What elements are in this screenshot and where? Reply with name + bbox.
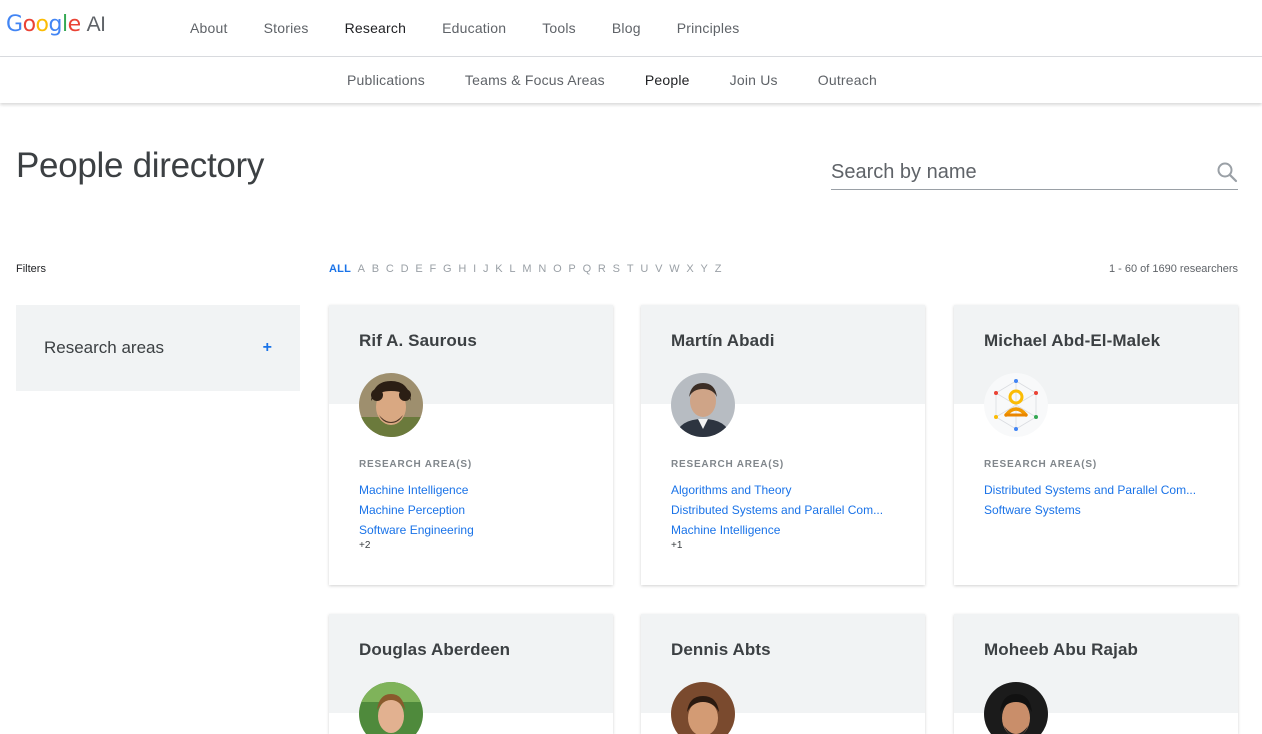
more-areas-count[interactable]: +1 xyxy=(671,540,682,551)
person-card[interactable]: Moheeb Abu Rajab xyxy=(954,614,1238,734)
alpha-letter[interactable]: P xyxy=(568,263,576,275)
alpha-letter[interactable]: I xyxy=(473,263,476,275)
alpha-letter[interactable]: U xyxy=(640,263,648,275)
avatar xyxy=(359,373,423,437)
research-area-link[interactable]: Software Systems xyxy=(984,500,1224,520)
person-name[interactable]: Michael Abd-El-Malek xyxy=(984,331,1160,351)
person-card[interactable]: Rif A. Saurous RESEARCH AREA(S) Machine … xyxy=(329,305,613,585)
research-areas-heading: RESEARCH AREA(S) xyxy=(671,459,784,470)
alpha-letter[interactable]: S xyxy=(613,263,621,275)
alpha-letter[interactable]: Q xyxy=(583,263,592,275)
research-area-list: Distributed Systems and Parallel Com... … xyxy=(984,480,1224,520)
avatar xyxy=(671,373,735,437)
alpha-letter[interactable]: W xyxy=(669,263,680,275)
research-area-link[interactable]: Machine Intelligence xyxy=(359,480,599,500)
person-name[interactable]: Dennis Abts xyxy=(671,640,771,660)
nav-education[interactable]: Education xyxy=(442,20,506,36)
research-area-link[interactable]: Machine Intelligence xyxy=(671,520,911,540)
alpha-letter[interactable]: B xyxy=(372,263,380,275)
alpha-letter[interactable]: N xyxy=(538,263,546,275)
person-name[interactable]: Martín Abadi xyxy=(671,331,775,351)
research-subnav: Publications Teams & Focus Areas People … xyxy=(347,57,917,103)
subnav-join-us[interactable]: Join Us xyxy=(730,72,778,88)
expand-plus-icon[interactable]: + xyxy=(263,339,272,357)
alpha-letter[interactable]: G xyxy=(443,263,452,275)
alpha-letter[interactable]: R xyxy=(598,263,606,275)
subnav-publications[interactable]: Publications xyxy=(347,72,425,88)
alpha-letter[interactable]: D xyxy=(401,263,409,275)
research-area-link[interactable]: Machine Perception xyxy=(359,500,599,520)
research-area-link[interactable]: Distributed Systems and Parallel Com... xyxy=(671,500,911,520)
secondary-navigation-bar: Publications Teams & Focus Areas People … xyxy=(0,57,1262,103)
person-card[interactable]: Douglas Aberdeen xyxy=(329,614,613,734)
research-areas-filter[interactable]: Research areas + xyxy=(16,305,300,391)
alpha-letter[interactable]: Z xyxy=(715,263,722,275)
alpha-letter[interactable]: K xyxy=(495,263,503,275)
alpha-letter[interactable]: F xyxy=(430,263,437,275)
main-nav: About Stories Research Education Tools B… xyxy=(190,0,775,56)
google-ai-logo[interactable]: Google AI xyxy=(6,12,106,37)
research-area-list: Algorithms and Theory Distributed System… xyxy=(671,480,911,540)
google-wordmark: Google xyxy=(6,12,81,37)
alpha-letter[interactable]: O xyxy=(553,263,562,275)
alpha-letter[interactable]: C xyxy=(386,263,394,275)
research-area-list: Machine Intelligence Machine Perception … xyxy=(359,480,599,540)
person-card[interactable]: Martín Abadi RESEARCH AREA(S) Algorithms… xyxy=(641,305,925,585)
nav-principles[interactable]: Principles xyxy=(677,20,740,36)
result-count: 1 - 60 of 1690 researchers xyxy=(1108,263,1238,275)
alpha-letter[interactable]: M xyxy=(522,263,531,275)
alpha-letter[interactable]: V xyxy=(655,263,663,275)
search-icon[interactable] xyxy=(1216,161,1238,183)
nav-blog[interactable]: Blog xyxy=(612,20,641,36)
alpha-letter[interactable]: L xyxy=(509,263,515,275)
subnav-outreach[interactable]: Outreach xyxy=(818,72,877,88)
alpha-letter[interactable]: J xyxy=(483,263,489,275)
alphabet-filter: ALL A B C D E F G H I J K L M N O P Q R … xyxy=(329,263,728,275)
person-card[interactable]: Dennis Abts xyxy=(641,614,925,734)
person-name[interactable]: Douglas Aberdeen xyxy=(359,640,510,660)
top-navigation-bar: Google AI About Stories Research Educatio… xyxy=(0,0,1262,57)
nav-research[interactable]: Research xyxy=(345,20,407,36)
alpha-letter[interactable]: T xyxy=(627,263,634,275)
nav-about[interactable]: About xyxy=(190,20,228,36)
search-bar xyxy=(831,155,1238,190)
page-title: People directory xyxy=(16,146,265,185)
subnav-teams-focus-areas[interactable]: Teams & Focus Areas xyxy=(465,72,605,88)
nav-tools[interactable]: Tools xyxy=(542,20,576,36)
alpha-letter[interactable]: A xyxy=(358,263,366,275)
research-areas-heading: RESEARCH AREA(S) xyxy=(984,459,1097,470)
research-area-link[interactable]: Algorithms and Theory xyxy=(671,480,911,500)
research-areas-heading: RESEARCH AREA(S) xyxy=(359,459,472,470)
placeholder-avatar xyxy=(984,373,1048,437)
research-area-link[interactable]: Distributed Systems and Parallel Com... xyxy=(984,480,1224,500)
alpha-all[interactable]: ALL xyxy=(329,263,351,275)
subnav-people[interactable]: People xyxy=(645,72,690,88)
nav-stories[interactable]: Stories xyxy=(264,20,309,36)
filters-label: Filters xyxy=(16,263,46,275)
more-areas-count[interactable]: +2 xyxy=(359,540,370,551)
ai-wordmark: AI xyxy=(86,13,106,36)
person-name[interactable]: Rif A. Saurous xyxy=(359,331,477,351)
alpha-letter[interactable]: H xyxy=(458,263,466,275)
alpha-letter[interactable]: Y xyxy=(701,263,709,275)
research-areas-label: Research areas xyxy=(44,338,165,357)
research-area-link[interactable]: Software Engineering xyxy=(359,520,599,540)
search-input[interactable] xyxy=(831,155,1191,189)
alpha-letter[interactable]: E xyxy=(415,263,423,275)
alpha-letter[interactable]: X xyxy=(686,263,694,275)
person-name[interactable]: Moheeb Abu Rajab xyxy=(984,640,1138,660)
person-card[interactable]: Michael Abd-El-Malek RESEARCH AREA(S) Di… xyxy=(954,305,1238,585)
